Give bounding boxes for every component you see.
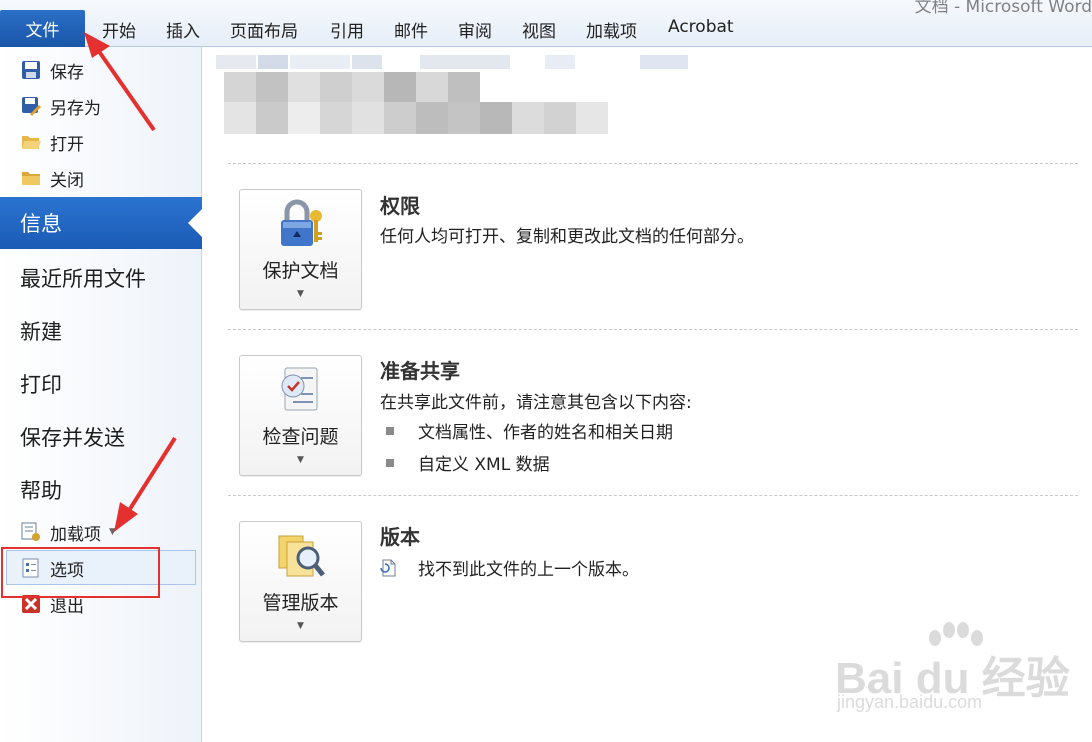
versions-description-row: 找不到此文件的上一个版本。 [380, 555, 639, 580]
annotation-highlight-box [1, 547, 160, 598]
cmd-close-label: 关闭 [50, 170, 84, 191]
nav-info[interactable]: 信息 [0, 197, 202, 249]
chevron-down-icon: ▼ [297, 621, 304, 631]
chevron-down-icon: ▼ [109, 527, 116, 537]
chevron-down-icon: ▼ [297, 289, 304, 299]
addins-icon [20, 521, 42, 543]
divider [228, 329, 1078, 330]
tab-file[interactable]: 文件 [0, 10, 85, 47]
protect-document-button[interactable]: 保护文档 ▼ [239, 189, 362, 310]
tab-page-layout[interactable]: 页面布局 [230, 17, 298, 42]
cmd-save[interactable]: 保存 [20, 56, 84, 84]
cmd-save-as-label: 另存为 [50, 98, 101, 119]
permissions-description: 任何人均可打开、复制和更改此文档的任何部分。 [380, 227, 754, 247]
protect-document-label: 保护文档 [262, 260, 339, 282]
check-for-issues-label: 检查问题 [262, 426, 339, 448]
list-item-text: 文档属性、作者的姓名和相关日期 [418, 423, 673, 443]
tab-acrobat[interactable]: Acrobat [668, 17, 734, 37]
baidu-watermark: Bai du 经验 jingyan.baidu.com [835, 620, 1085, 720]
watermark-url: jingyan.baidu.com [837, 692, 983, 712]
nav-recent[interactable]: 最近所用文件 [20, 263, 146, 293]
lock-key-icon [280, 199, 322, 246]
ribbon-tab-bar: 文档 - Microsoft Word 文件 开始 插入 页面布局 引用 邮件 … [0, 0, 1092, 47]
tab-references[interactable]: 引用 [330, 17, 364, 42]
paw-icon [929, 622, 983, 646]
cmd-addins-label: 加载项 [50, 524, 101, 545]
prepare-sharing-description: 在共享此文件前，请注意其包含以下内容: [380, 393, 692, 413]
list-item: 自定义 XML 数据 [386, 450, 550, 475]
save-as-icon [20, 95, 42, 117]
cmd-open-label: 打开 [50, 134, 84, 155]
window-title: 文档 - Microsoft Word [914, 0, 1092, 17]
manage-versions-button[interactable]: 管理版本 ▼ [239, 521, 362, 642]
cmd-save-as[interactable]: 另存为 [20, 92, 101, 120]
divider [228, 495, 1078, 496]
cmd-save-label: 保存 [50, 62, 84, 83]
nav-new[interactable]: 新建 [20, 316, 62, 346]
watermark-brand: Bai du 经验 [835, 654, 1070, 703]
document-version-icon [380, 559, 396, 576]
nav-info-label: 信息 [20, 212, 62, 236]
versions-magnifier-icon [278, 535, 325, 577]
tab-home[interactable]: 开始 [102, 17, 136, 42]
tab-insert[interactable]: 插入 [166, 17, 200, 42]
checklist-icon [281, 367, 317, 411]
cmd-close[interactable]: 关闭 [20, 164, 84, 192]
list-item-text: 自定义 XML 数据 [418, 455, 550, 475]
versions-description: 找不到此文件的上一个版本。 [418, 560, 639, 580]
tab-addins[interactable]: 加载项 [586, 17, 637, 42]
save-icon [20, 59, 42, 81]
close-folder-icon [20, 167, 42, 189]
versions-title: 版本 [380, 525, 420, 549]
permissions-title: 权限 [380, 194, 420, 218]
cmd-open[interactable]: 打开 [20, 128, 84, 156]
tab-review[interactable]: 审阅 [458, 17, 492, 42]
nav-help[interactable]: 帮助 [20, 475, 62, 505]
tab-view[interactable]: 视图 [522, 17, 556, 42]
check-for-issues-button[interactable]: 检查问题 ▼ [239, 355, 362, 476]
prepare-sharing-title: 准备共享 [380, 359, 460, 383]
divider [228, 163, 1078, 164]
chevron-down-icon: ▼ [297, 455, 304, 465]
open-folder-icon [20, 131, 42, 153]
nav-save-send[interactable]: 保存并发送 [20, 422, 125, 452]
manage-versions-label: 管理版本 [262, 592, 339, 614]
tab-mailings[interactable]: 邮件 [394, 17, 428, 42]
cmd-addins[interactable]: 加载项 ▼ [20, 518, 116, 546]
list-item: 文档属性、作者的姓名和相关日期 [386, 418, 673, 443]
nav-print[interactable]: 打印 [20, 369, 62, 399]
bullet-icon [386, 426, 394, 435]
bullet-icon [386, 458, 394, 467]
